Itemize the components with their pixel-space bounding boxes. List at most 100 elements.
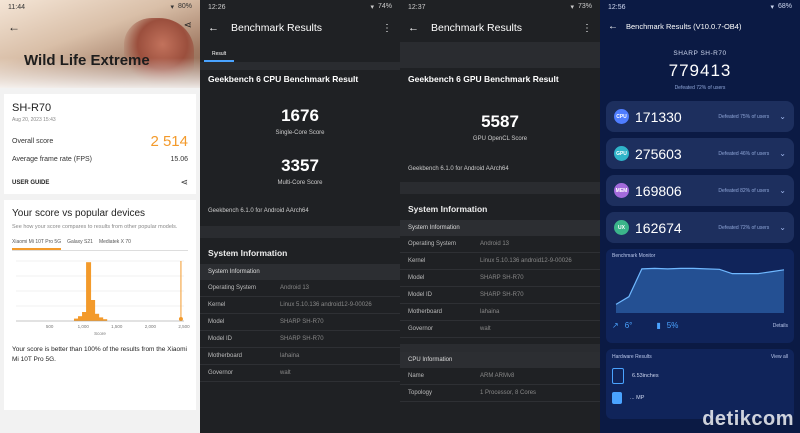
info-value: Linux 5.10.136 android12-9-00026 (280, 302, 372, 308)
system-info-title: System Information (408, 204, 488, 214)
status-bar: 12:56 ▾ 68% (600, 0, 800, 14)
score-item-ux[interactable]: UX 162674 Defeated 72% of users ⌄ (606, 212, 794, 243)
info-key: Model ID (208, 336, 233, 342)
info-row: Kernel Linux 5.10.136 android12-9-00026 (400, 253, 600, 270)
info-key: Model (408, 275, 425, 281)
status-bar: 12:37 ▾ 73% (400, 0, 600, 14)
info-value: SHARP SH-R70 (280, 319, 324, 325)
score-value: 171330 (635, 108, 682, 125)
cpu-info-header: CPU Information (400, 352, 600, 368)
back-icon[interactable]: ← (208, 22, 219, 34)
info-key: Kernel (208, 302, 226, 308)
info-key: Governor (208, 370, 234, 376)
share-icon[interactable]: ⋖ (184, 20, 192, 31)
popular-card: Your score vs popular devices See how yo… (4, 200, 196, 410)
result-card: SH-R70 Aug 20, 2023 15:43 Overall score … (4, 94, 196, 194)
info-value: ARM ARMv8 (480, 373, 515, 379)
result-date: Aug 20, 2023 15:43 (12, 117, 56, 123)
info-key: Model ID (408, 292, 433, 298)
info-value: SHARP SH-R70 (480, 275, 524, 281)
chevron-down-icon: ⌄ (779, 149, 786, 158)
tab-device-1[interactable]: Xiaomi Mi 10T Pro 5G (12, 239, 62, 251)
x-tick-label: 500 (46, 324, 54, 329)
wifi-icon: ▾ (570, 4, 574, 11)
wifi-icon: ▾ (370, 4, 374, 11)
status-time: 12:26 (208, 3, 226, 11)
monitor-area (616, 268, 784, 313)
back-icon[interactable]: ← (408, 22, 419, 34)
score-note: Defeated 82% of users (718, 187, 770, 194)
info-key: Operating System (408, 241, 457, 247)
share-icon[interactable]: ⋖ (180, 177, 188, 188)
multi-core: 3357 Multi-Core Score (200, 156, 400, 186)
version-text: Geekbench 6.1.0 for Android AArch64 (208, 208, 309, 214)
thermometer-icon: ↗ (612, 321, 619, 330)
ux-icon: UX (614, 220, 629, 235)
info-key: Kernel (408, 258, 426, 264)
chevron-down-icon: ⌄ (779, 112, 786, 121)
device-tabs: Xiaomi Mi 10T Pro 5G Galaxy S21 Mediatek… (12, 239, 188, 252)
back-icon[interactable]: ← (608, 21, 618, 32)
multi-core-label: Multi-Core Score (277, 180, 323, 186)
wifi-icon: ▾ (170, 4, 174, 11)
info-row: Kernel Linux 5.10.136 android12-9-00026 (200, 297, 400, 314)
wifi-icon: ▾ (770, 4, 774, 11)
fps-value: 15.06 (170, 156, 188, 163)
overall-label: Overall score (12, 138, 54, 145)
x-tick-label: 2,500 (178, 324, 190, 329)
info-row: Governor walt (200, 365, 400, 382)
popular-title: Your score vs popular devices (12, 208, 146, 219)
info-row: Operating System Android 13 (200, 280, 400, 297)
info-row: Model SHARP SH-R70 (200, 314, 400, 331)
overall-score: 2 514 (150, 133, 188, 150)
benchmark-monitor-chart (615, 267, 785, 313)
single-core: 1676 Single-Core Score (200, 106, 400, 136)
more-icon[interactable]: ⋮ (582, 23, 592, 34)
tab-result[interactable]: Result (204, 45, 235, 62)
info-key: Topology (408, 390, 433, 396)
tab-device-3[interactable]: Mediatek X 70 (99, 239, 131, 250)
info-value: Android 13 (280, 285, 310, 291)
single-core-label: Single-Core Score (275, 130, 325, 136)
score-value: 169806 (635, 182, 682, 199)
info-value: lahaina (480, 309, 500, 315)
device-name: SH-R70 (12, 102, 52, 114)
monitor-label: Benchmark Monitor (612, 253, 656, 259)
score-item-cpu[interactable]: CPU 171330 Defeated 75% of users ⌄ (606, 101, 794, 132)
gpu-icon: GPU (614, 146, 629, 161)
info-row: Model SHARP SH-R70 (400, 270, 600, 287)
score-note: Defeated 75% of users (718, 113, 770, 120)
battery-level: 80% (177, 3, 192, 10)
info-value: SHARP SH-R70 (480, 292, 524, 298)
total-score: 779413 (668, 61, 732, 80)
system-info-table: Operating System Android 13 Kernel Linux 5.… (400, 236, 600, 338)
result-heading: Geekbench 6 CPU Benchmark Result (208, 74, 359, 84)
more-icon[interactable]: ⋮ (382, 23, 392, 34)
x-tick-label: 1,500 (111, 324, 123, 329)
info-key: Operating System (208, 285, 257, 291)
hardware-label: Hardware Results (612, 354, 652, 360)
info-value: Linux 5.10.136 android12-9-00026 (480, 258, 572, 264)
details-link[interactable]: Details (773, 323, 788, 329)
view-all-link[interactable]: View all (771, 354, 788, 360)
score-item-gpu[interactable]: GPU 275603 Defeated 46% of users ⌄ (606, 138, 794, 169)
score-item-mem[interactable]: MEM 169806 Defeated 82% of users ⌄ (606, 175, 794, 206)
screen-icon (612, 368, 624, 384)
user-guide-link[interactable]: USER GUIDE (12, 180, 49, 186)
info-row: Model ID SHARP SH-R70 (200, 331, 400, 348)
info-value: 1 Processor, 8 Cores (480, 390, 537, 396)
panel-geekbench-cpu: 12:26 ▾ 74% ← Benchmark Results ⋮ Result … (200, 0, 400, 433)
info-row: Topology 1 Processor, 8 Cores (400, 385, 600, 402)
tab-device-2[interactable]: Galaxy S21 (67, 239, 93, 250)
panel-geekbench-gpu: 12:37 ▾ 73% ← Benchmark Results ⋮ Geekben… (400, 0, 600, 433)
mem-icon: MEM (614, 183, 629, 198)
back-icon[interactable]: ← (8, 20, 20, 34)
score-list: CPU 171330 Defeated 75% of users ⌄ GPU 275603… (600, 101, 800, 243)
score-value: 275603 (635, 145, 682, 162)
app-bar: ← Benchmark Results ⋮ (400, 14, 600, 42)
info-key: Motherboard (408, 309, 443, 315)
info-key: Model (208, 319, 225, 325)
hero: 11:44 ▾ 80% ← ⋖ Wild Life Extreme (0, 0, 200, 88)
monitor-card: Benchmark Monitor ↗ 6° ▮ 5% Details (606, 249, 794, 343)
chevron-down-icon: ⌄ (779, 223, 786, 232)
